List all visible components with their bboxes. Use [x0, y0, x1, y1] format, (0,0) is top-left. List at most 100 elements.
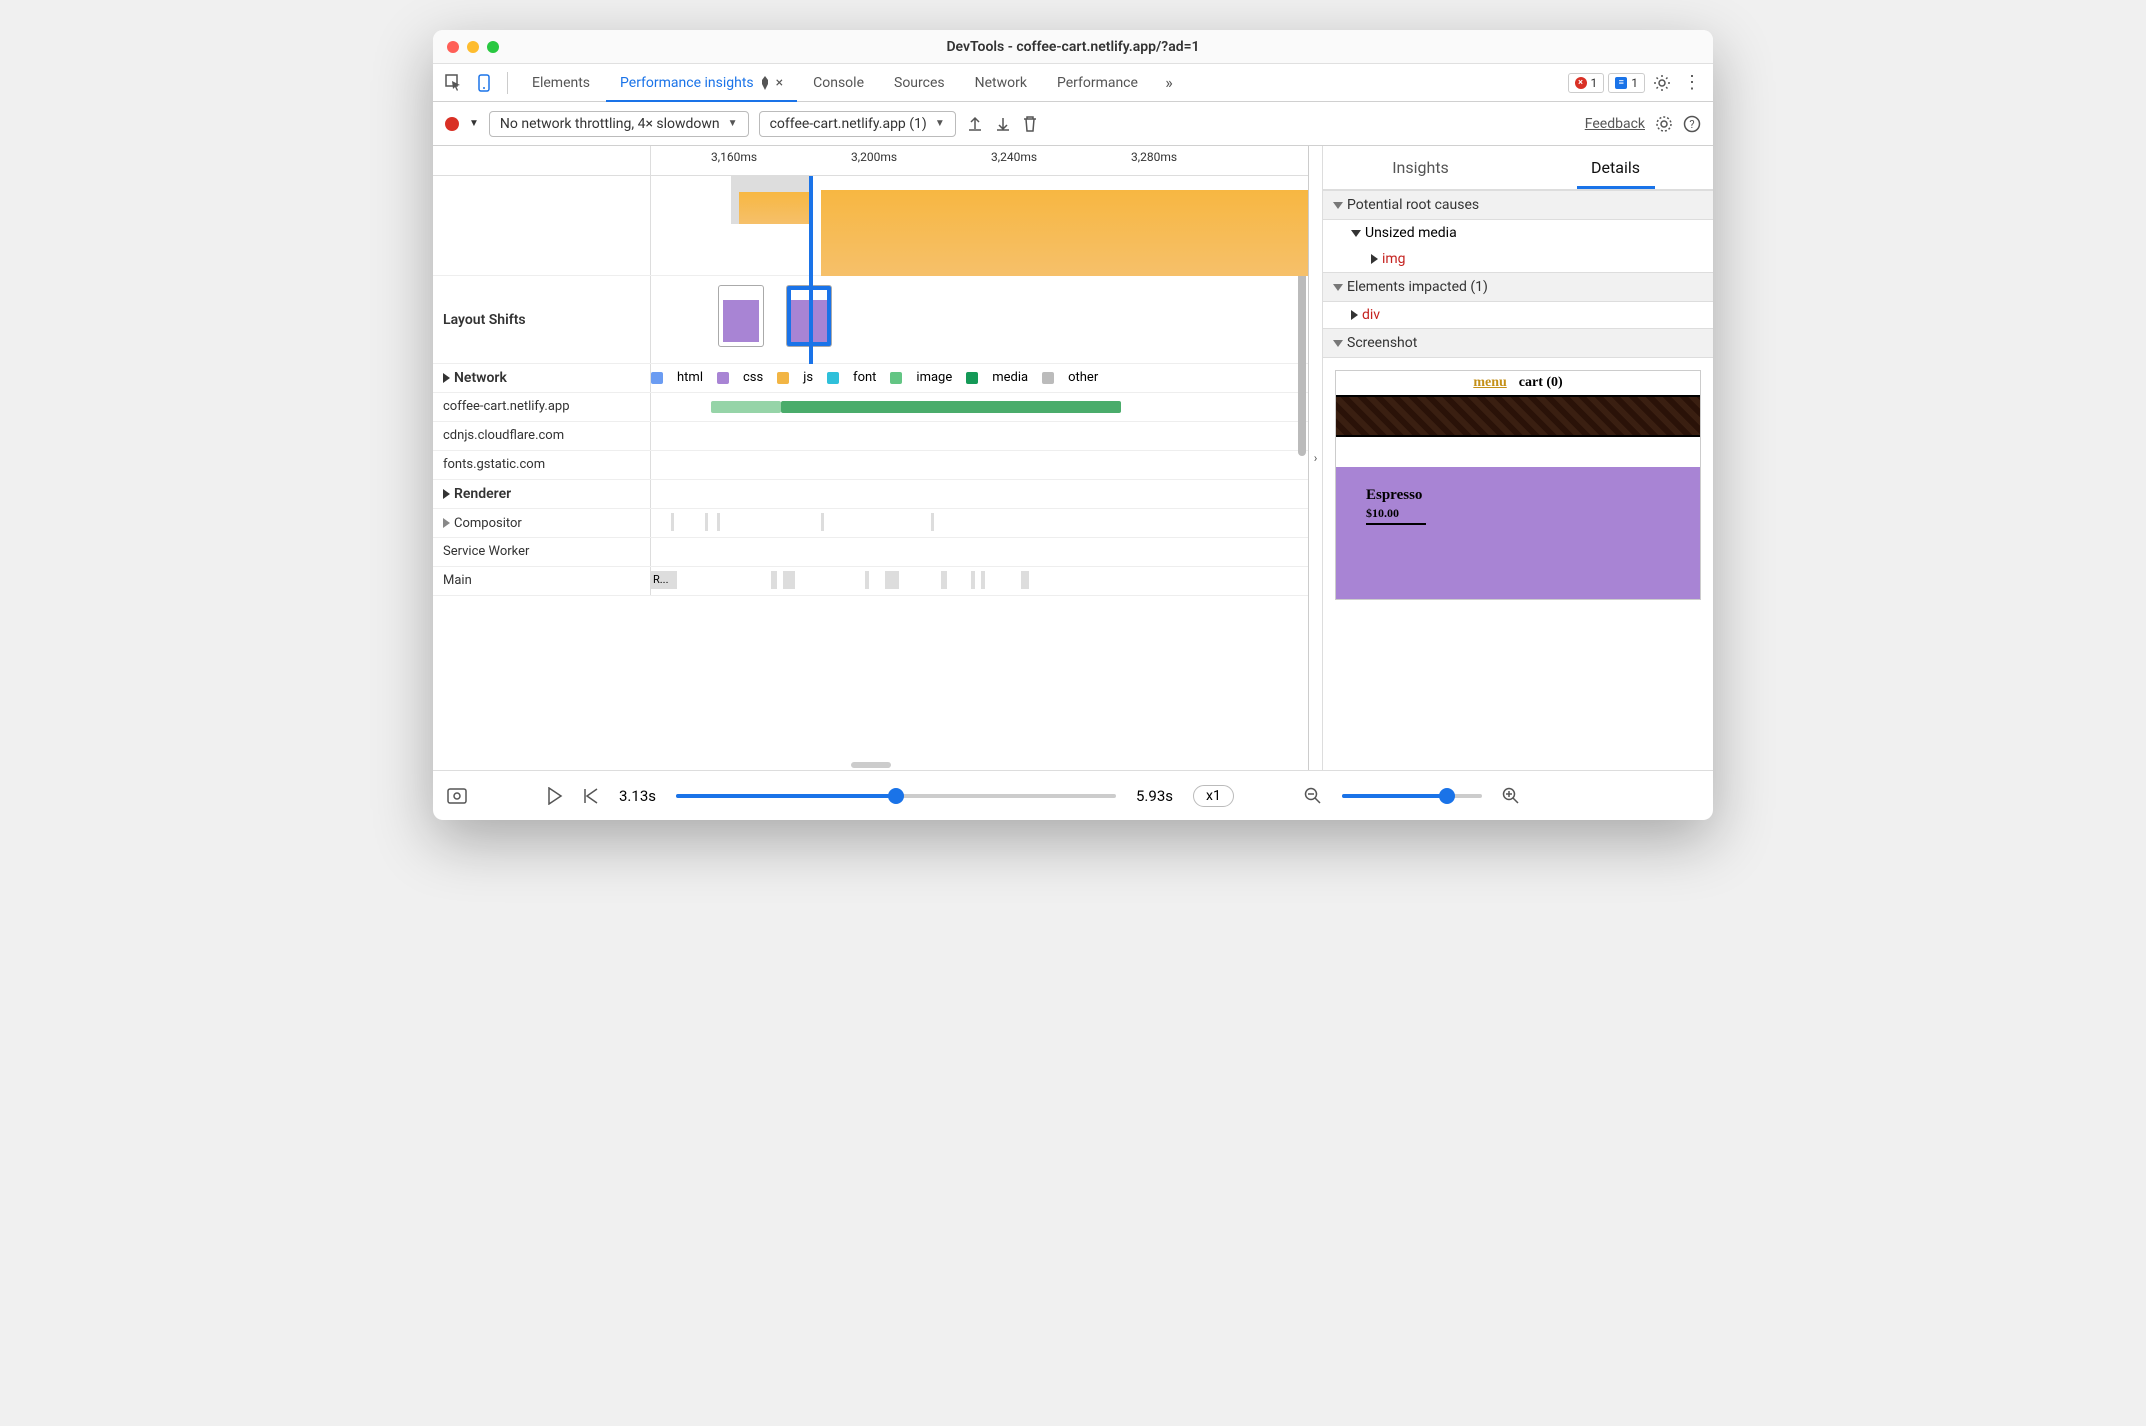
panel-tabs: Elements Performance insights × Console …: [518, 64, 1152, 101]
titlebar: DevTools - coffee-cart.netlify.app/?ad=1: [433, 30, 1713, 64]
tree-div-element[interactable]: div: [1323, 302, 1713, 328]
svg-text:?: ?: [1689, 118, 1694, 131]
timeline-body[interactable]: Layout Shifts Network html css js: [433, 176, 1308, 770]
export-icon[interactable]: [966, 115, 984, 133]
task-block[interactable]: [821, 190, 1308, 276]
section-screenshot[interactable]: Screenshot: [1323, 328, 1713, 358]
playhead[interactable]: [809, 276, 813, 364]
details-panel: Insights Details Potential root causes U…: [1323, 146, 1713, 770]
main-thread-row[interactable]: Main: [433, 567, 651, 595]
network-host[interactable]: cdnjs.cloudflare.com: [433, 422, 651, 450]
zoom-in-icon[interactable]: [1502, 787, 1520, 805]
section-root-causes[interactable]: Potential root causes: [1323, 190, 1713, 220]
main-task[interactable]: R...: [651, 571, 677, 589]
swatch-image: [890, 372, 902, 384]
inspect-icon[interactable]: [441, 70, 467, 96]
tab-network[interactable]: Network: [961, 64, 1041, 101]
tab-console[interactable]: Console: [799, 64, 878, 101]
time-ruler: 3,160ms 3,200ms 3,240ms 3,280ms: [433, 146, 1308, 176]
tick-label: 3,200ms: [851, 150, 897, 164]
chevron-down-icon: ▼: [935, 118, 945, 129]
time-start: 3.13s: [619, 787, 656, 805]
shot-menu-link: menu: [1473, 375, 1506, 391]
time-slider[interactable]: [676, 794, 1116, 798]
more-tabs-icon[interactable]: »: [1156, 70, 1182, 96]
import-icon[interactable]: [994, 115, 1012, 133]
network-host[interactable]: fonts.gstatic.com: [433, 451, 651, 479]
zoom-out-icon[interactable]: [1304, 787, 1322, 805]
tab-elements[interactable]: Elements: [518, 64, 604, 101]
tree-img-element[interactable]: img: [1323, 246, 1713, 272]
layout-shift-thumb[interactable]: [719, 286, 763, 346]
settings-icon[interactable]: [1649, 70, 1675, 96]
tree-unsized-media[interactable]: Unsized media: [1323, 220, 1713, 246]
swatch-css: [717, 372, 729, 384]
network-host[interactable]: coffee-cart.netlify.app: [433, 393, 651, 421]
maximize-icon[interactable]: [487, 41, 499, 53]
section-elements-impacted[interactable]: Elements impacted (1): [1323, 272, 1713, 302]
shot-product-card: Espresso $10.00: [1336, 467, 1700, 599]
playback-footer: 3.13s 5.93s x1: [433, 770, 1713, 820]
feedback-link[interactable]: Feedback: [1585, 116, 1645, 132]
help-icon[interactable]: ?: [1683, 115, 1701, 133]
traffic-lights: [447, 41, 499, 53]
tick-label: 3,240ms: [991, 150, 1037, 164]
network-heading[interactable]: Network: [433, 364, 651, 392]
speed-pill[interactable]: x1: [1193, 785, 1234, 807]
panel-resizer[interactable]: ›: [1309, 146, 1323, 770]
playhead[interactable]: [809, 176, 813, 276]
tab-insights[interactable]: Insights: [1323, 146, 1518, 189]
tab-sources[interactable]: Sources: [880, 64, 959, 101]
tab-details[interactable]: Details: [1518, 146, 1713, 189]
recording-value: coffee-cart.netlify.app (1): [770, 116, 927, 132]
service-worker-row[interactable]: Service Worker: [433, 538, 651, 566]
record-button[interactable]: [445, 117, 459, 131]
pin-icon: [760, 76, 770, 90]
shot-banner-image: [1336, 397, 1700, 437]
content-area: 3,160ms 3,200ms 3,240ms 3,280ms: [433, 146, 1713, 770]
shot-product-name: Espresso: [1366, 487, 1670, 504]
screenshot-preview: menu cart (0) Espresso $10.00: [1335, 370, 1701, 600]
close-tab-icon[interactable]: ×: [776, 75, 783, 91]
throttling-select[interactable]: No network throttling, 4× slowdown ▼: [489, 111, 749, 137]
recording-select[interactable]: coffee-cart.netlify.app (1) ▼: [759, 111, 956, 137]
time-end: 5.93s: [1136, 787, 1173, 805]
renderer-heading[interactable]: Renderer: [433, 480, 651, 508]
ruler-ticks[interactable]: 3,160ms 3,200ms 3,240ms 3,280ms: [651, 146, 1308, 175]
info-icon: ≡: [1615, 77, 1627, 89]
minimize-icon[interactable]: [467, 41, 479, 53]
chevron-down-icon: ▼: [728, 118, 738, 129]
swatch-other: [1042, 372, 1054, 384]
compositor-row[interactable]: Compositor: [433, 509, 651, 537]
horizontal-scrollbar[interactable]: [851, 762, 891, 768]
error-badge[interactable]: × 1: [1568, 73, 1605, 93]
tab-performance-insights[interactable]: Performance insights ×: [606, 64, 797, 101]
network-request-bar[interactable]: [711, 401, 781, 413]
error-icon: ×: [1575, 77, 1587, 89]
play-icon[interactable]: [547, 787, 563, 805]
expand-collapse-icon[interactable]: ›: [1314, 451, 1318, 465]
details-tabs: Insights Details: [1323, 146, 1713, 190]
tick-label: 3,280ms: [1131, 150, 1177, 164]
preview-toggle-icon[interactable]: [447, 788, 467, 804]
network-request-bar[interactable]: [781, 401, 1121, 413]
task-block[interactable]: [739, 192, 811, 224]
device-icon[interactable]: [471, 70, 497, 96]
tab-performance[interactable]: Performance: [1043, 64, 1152, 101]
swatch-js: [777, 372, 789, 384]
zoom-slider[interactable]: [1342, 794, 1482, 798]
rewind-icon[interactable]: [583, 787, 599, 805]
delete-icon[interactable]: [1022, 115, 1038, 133]
kebab-icon[interactable]: ⋮: [1679, 70, 1705, 96]
insights-toolbar: ▼ No network throttling, 4× slowdown ▼ c…: [433, 102, 1713, 146]
record-menu-icon[interactable]: ▼: [469, 118, 479, 129]
gear-icon[interactable]: [1655, 115, 1673, 133]
shot-product-price: $10.00: [1366, 506, 1670, 521]
close-icon[interactable]: [447, 41, 459, 53]
info-count: 1: [1631, 76, 1638, 90]
tab-label: Performance insights: [620, 75, 754, 91]
layout-shifts-heading: Layout Shifts: [433, 276, 651, 363]
info-badge[interactable]: ≡ 1: [1608, 73, 1645, 93]
network-legend: html css js font image media other: [651, 364, 1308, 391]
error-count: 1: [1591, 76, 1598, 90]
